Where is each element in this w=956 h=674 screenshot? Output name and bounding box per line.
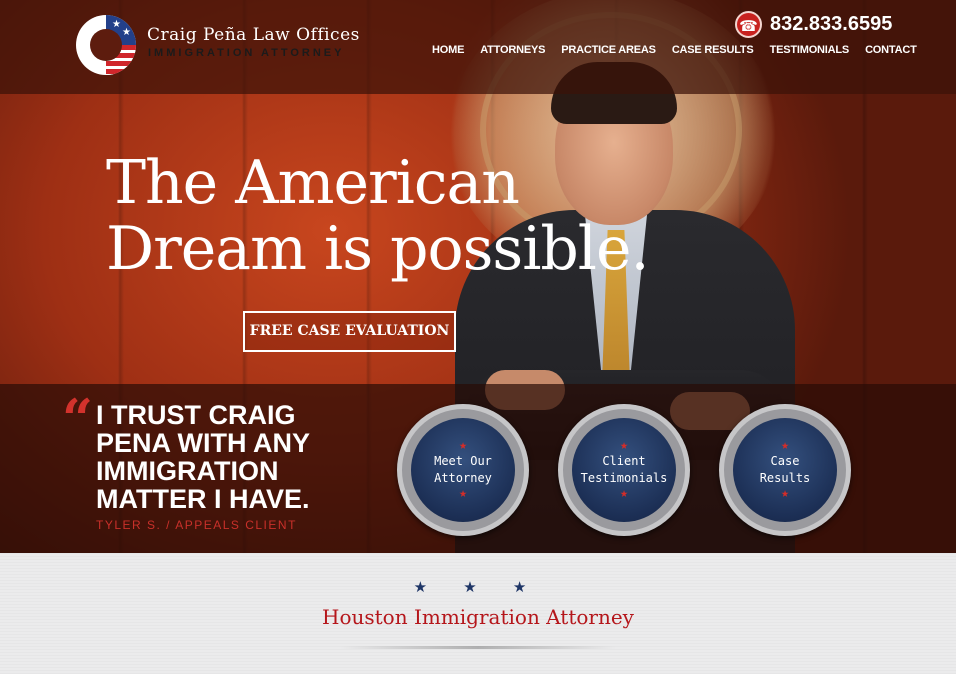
testimonial-author: TYLER S. / APPEALS CLIENT (96, 518, 297, 532)
circle-line-1: Client (602, 454, 646, 468)
headline-line-1: The American (106, 148, 520, 218)
star-icon: ★ (459, 438, 467, 453)
circle-label: ★ Client Testimonials ★ (563, 409, 685, 531)
main-nav: HOME ATTORNEYS PRACTICE AREAS CASE RESUL… (432, 44, 917, 56)
circle-line-1: Case (770, 454, 800, 468)
section-title: Houston Immigration Attorney (322, 605, 634, 629)
star-icon: ★ (781, 438, 789, 453)
client-testimonials-button[interactable]: ★ Client Testimonials ★ (558, 404, 690, 536)
testimonial-quote: I TRUST CRAIG PENA WITH ANY IMMIGRATION … (96, 400, 310, 514)
nav-testimonials[interactable]: TESTIMONIALS (770, 44, 850, 56)
circle-line-2: Testimonials (580, 471, 668, 485)
stars-divider-icon: ★ ★ ★ (413, 579, 543, 596)
section-divider (340, 646, 616, 649)
logo-star-icon: ★ (122, 27, 131, 38)
brand-name[interactable]: Craig Peña Law Offices (147, 25, 360, 45)
star-icon: ★ (459, 486, 467, 501)
circle-label: ★ Case Results ★ (724, 409, 846, 531)
logo-star-icon: ★ (112, 19, 121, 30)
circle-line-2: Results (759, 471, 811, 485)
circle-label: ★ Meet Our Attorney ★ (402, 409, 524, 531)
nav-contact[interactable]: CONTACT (865, 44, 917, 56)
quote-mark-icon: “ (62, 387, 94, 451)
header-bar: ★ ★ Craig Peña Law Offices IMMIGRATION A… (0, 0, 956, 94)
star-icon: ★ (620, 438, 628, 453)
phone-icon[interactable]: ☎ (735, 11, 762, 38)
circle-line-2: Attorney (434, 471, 492, 485)
nav-attorneys[interactable]: ATTORNEYS (480, 44, 545, 56)
star-icon: ★ (781, 486, 789, 501)
meet-our-attorney-button[interactable]: ★ Meet Our Attorney ★ (397, 404, 529, 536)
logo-center (90, 29, 122, 61)
case-results-button[interactable]: ★ Case Results ★ (719, 404, 851, 536)
circle-line-1: Meet Our (434, 454, 492, 468)
nav-home[interactable]: HOME (432, 44, 464, 56)
nav-practice-areas[interactable]: PRACTICE AREAS (561, 44, 656, 56)
star-icon: ★ (620, 486, 628, 501)
brand-subtitle: IMMIGRATION ATTORNEY (148, 47, 345, 59)
logo-icon[interactable]: ★ ★ (76, 15, 136, 75)
phone-number[interactable]: 832.833.6595 (770, 13, 892, 36)
nav-case-results[interactable]: CASE RESULTS (672, 44, 754, 56)
headline-line-2: Dream is possible. (106, 214, 650, 284)
hero-headline: The American Dream is possible. (106, 148, 650, 284)
free-case-evaluation-button[interactable]: FREE CASE EVALUATION (243, 311, 456, 352)
